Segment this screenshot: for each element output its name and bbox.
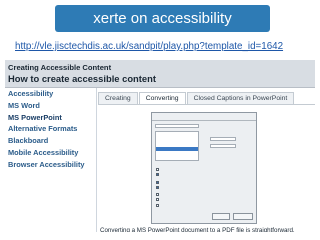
sidebar-item-ms-powerpoint[interactable]: MS PowerPoint	[5, 112, 96, 124]
lo-page-title: How to create accessible content	[8, 73, 156, 84]
lo-header: Creating Accessible Content How to creat…	[5, 60, 315, 88]
sidebar-item-accessibility[interactable]: Accessibility	[5, 88, 96, 100]
sidebar-item-mobile-accessibility[interactable]: Mobile Accessibility	[5, 147, 96, 159]
template-url-link[interactable]: http://vle.jisctechdis.ac.uk/sandpit/pla…	[15, 41, 315, 52]
sidebar-item-alternative-formats[interactable]: Alternative Formats	[5, 123, 96, 135]
title-banner: xerte on accessibility	[55, 5, 270, 32]
lo-title: Creating Accessible Content	[8, 63, 112, 72]
tab-closed-captions[interactable]: Closed Captions in PowerPoint	[186, 92, 295, 104]
sidebar-item-blackboard[interactable]: Blackboard	[5, 135, 96, 147]
tab-caption: Converting a MS PowerPoint document to a…	[100, 227, 295, 232]
embedded-screenshot: Creating Accessible Content How to creat…	[5, 60, 315, 232]
tab-converting[interactable]: Converting	[138, 92, 186, 104]
sidebar-item-ms-word[interactable]: MS Word	[5, 100, 96, 112]
lo-tabs: Creating Converting Closed Captions in P…	[98, 92, 295, 104]
tab-creating[interactable]: Creating	[98, 92, 138, 104]
lo-sidebar: Accessibility MS Word MS PowerPoint Alte…	[5, 88, 97, 232]
banner-title: xerte on accessibility	[93, 10, 232, 27]
tab-divider	[98, 104, 315, 105]
sidebar-item-browser-accessibility[interactable]: Browser Accessibility	[5, 159, 96, 171]
powerpoint-dialog-image	[151, 112, 257, 224]
